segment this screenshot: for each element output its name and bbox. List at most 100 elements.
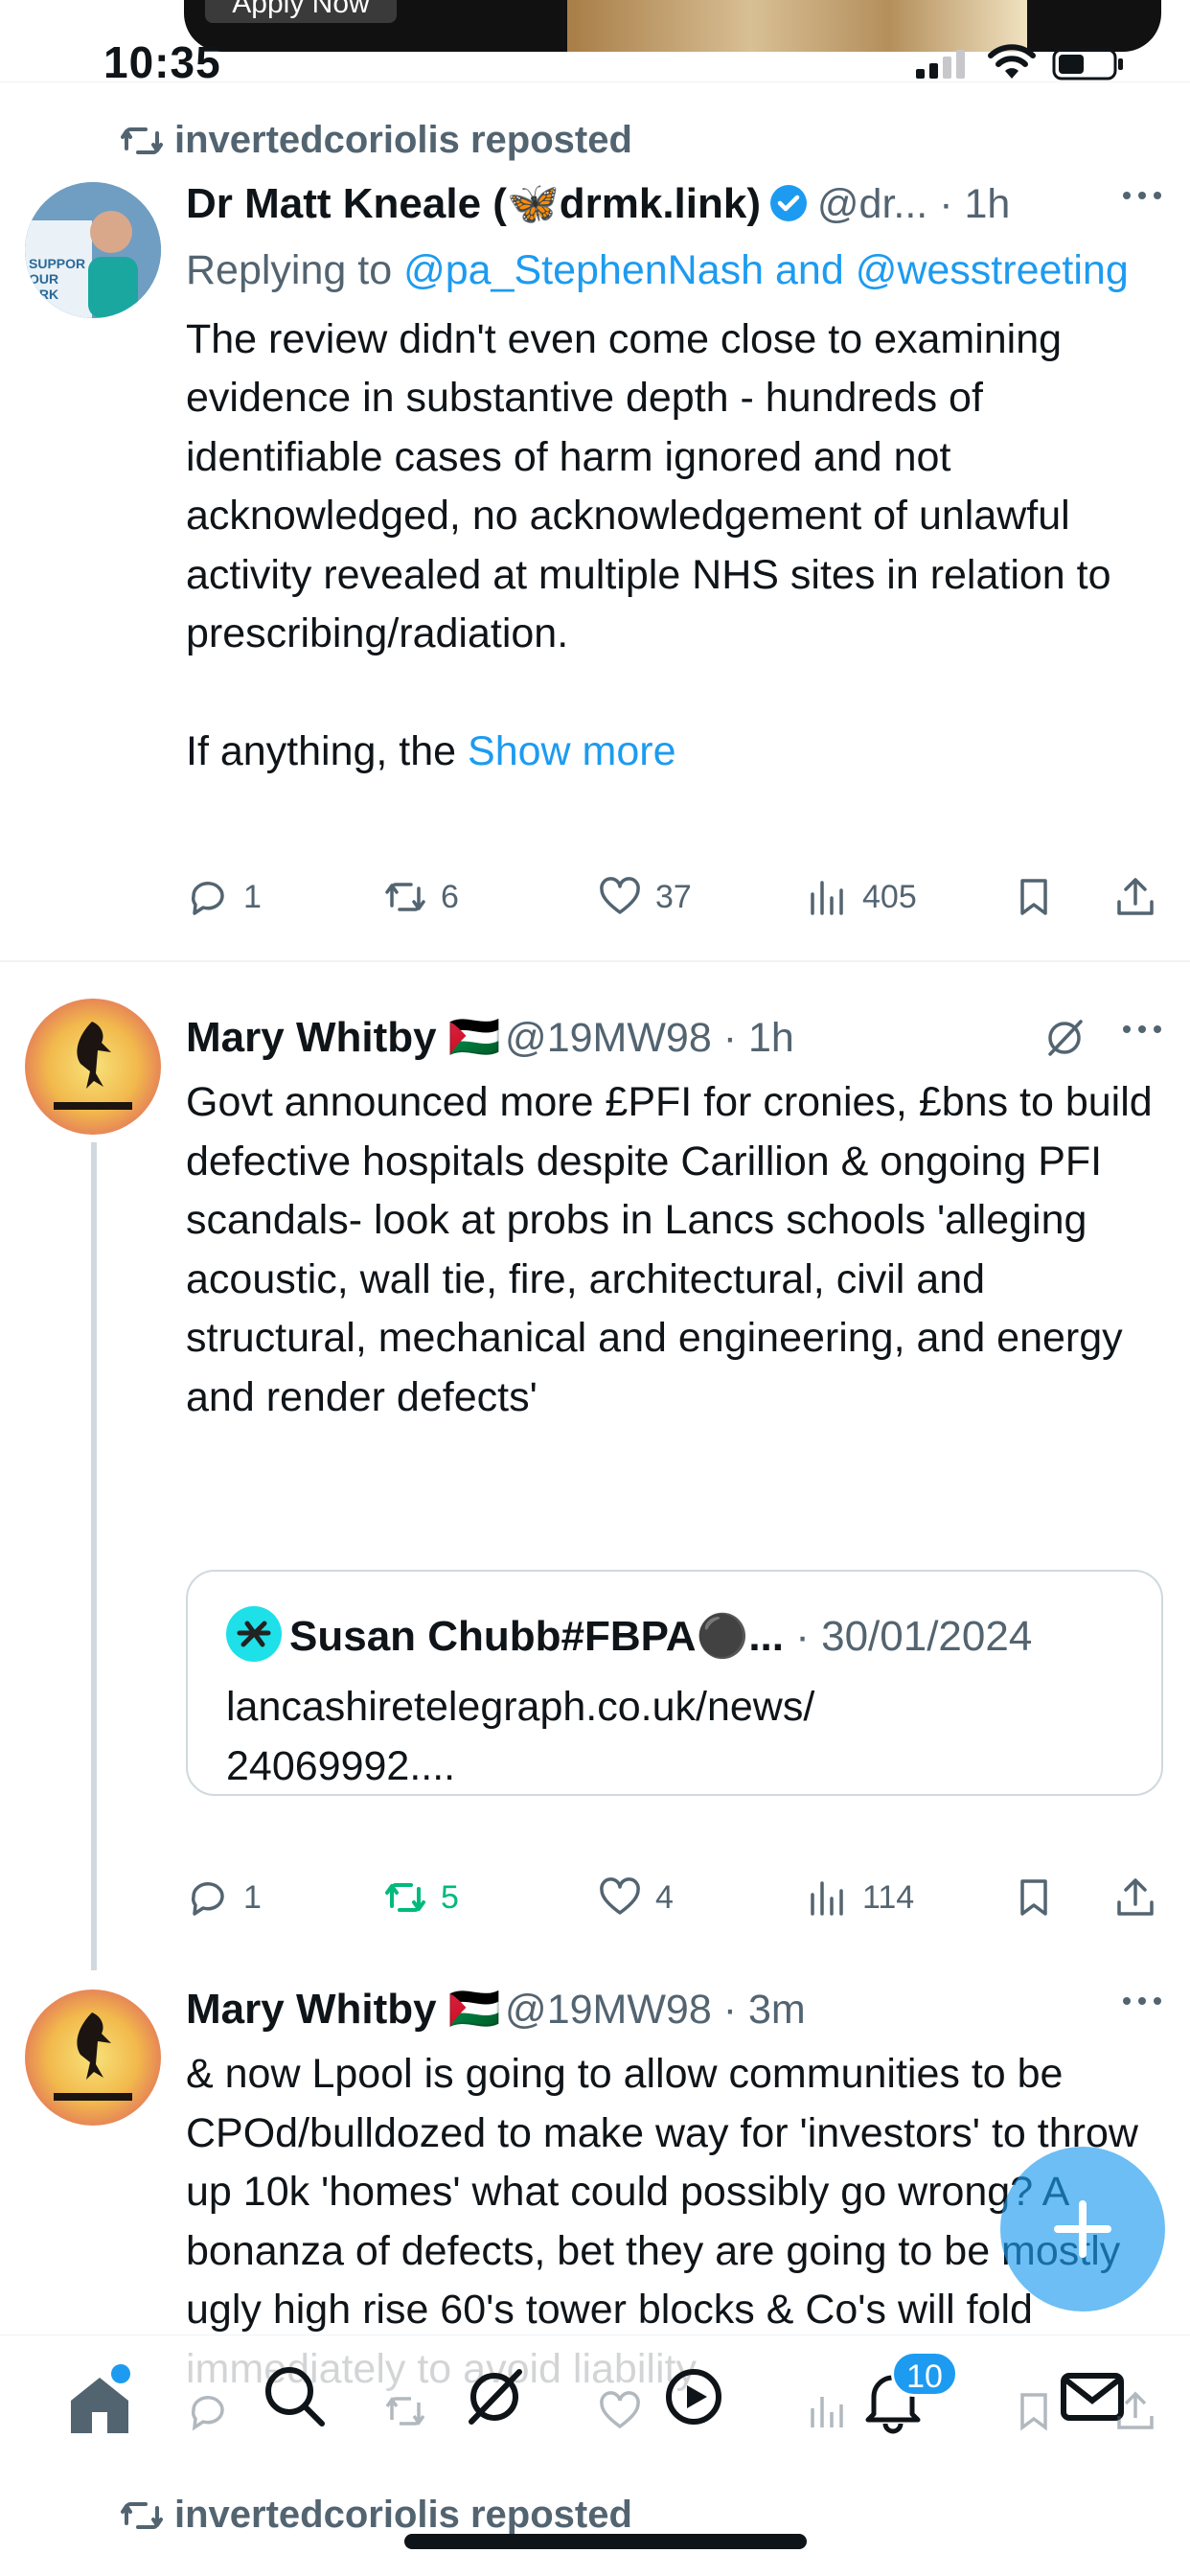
video-play-icon[interactable] xyxy=(659,2362,728,2431)
svg-text:OUR: OUR xyxy=(29,271,58,287)
heart-icon xyxy=(600,1877,640,1915)
repost-icon xyxy=(121,2502,163,2529)
tweet-2[interactable]: Mary Whitby 🇵🇸 @19MW98 · 1h Govt announc… xyxy=(0,962,1190,1970)
plus-icon xyxy=(1054,2200,1111,2258)
home-icon[interactable] xyxy=(65,2370,134,2439)
tweet-actions: 1 5 4 114 xyxy=(186,1869,1167,1926)
bottom-nav: 10 xyxy=(0,2334,1190,2480)
reply-button[interactable]: 1 xyxy=(186,868,262,926)
repost-count: 6 xyxy=(441,878,459,915)
heart-icon xyxy=(600,877,640,914)
reply-button[interactable]: 1 xyxy=(186,1869,262,1926)
avatar[interactable] xyxy=(25,1990,161,2126)
avatar-image xyxy=(25,999,161,1135)
search-icon[interactable] xyxy=(261,2362,330,2431)
bookmark-icon xyxy=(1020,1879,1047,1916)
grok-icon[interactable] xyxy=(460,2362,529,2431)
reply-count: 1 xyxy=(243,1878,262,1916)
reply-icon xyxy=(191,1882,224,1916)
bookmark-button[interactable] xyxy=(1012,1869,1069,1926)
like-count: 4 xyxy=(655,1878,674,1916)
more-options-icon[interactable] xyxy=(1121,1020,1163,1039)
repost-icon xyxy=(121,127,163,154)
svg-text:SUPPOR: SUPPOR xyxy=(29,256,85,271)
avatar[interactable] xyxy=(25,999,161,1135)
quoted-text: lancashiretelegraph.co.uk/news/ 24069992… xyxy=(226,1684,815,1789)
share-icon xyxy=(1117,1878,1154,1916)
author-name[interactable]: Mary Whitby 🇵🇸 xyxy=(186,1986,501,2033)
repost-count: 5 xyxy=(441,1878,459,1916)
view-count: 114 xyxy=(862,1878,915,1916)
views-button[interactable]: 405 xyxy=(805,868,917,926)
tweet-content: Dr Matt Kneale (🦋drmk.link) @dr... · 1h … xyxy=(186,178,1163,781)
tweet-text: The review didn't even come close to exa… xyxy=(186,315,1111,657)
author-handle[interactable]: @19MW98 · 1h xyxy=(505,1015,794,1061)
reposted-label: invertedcoriolis reposted xyxy=(121,2494,632,2537)
tweet-text-tail: If anything, the xyxy=(186,727,469,774)
repost-icon xyxy=(385,883,425,911)
battery-icon xyxy=(1052,48,1123,80)
ad-image xyxy=(567,0,1027,52)
share-icon xyxy=(1117,878,1154,915)
avatar-image: SUPPOR OUR ORK xyxy=(25,182,161,318)
author-name[interactable]: Mary Whitby 🇵🇸 xyxy=(186,1014,501,1061)
like-count: 37 xyxy=(655,878,692,915)
quoted-date: · 30/01/2024 xyxy=(784,1613,1033,1660)
share-button[interactable] xyxy=(1113,1869,1171,1926)
bookmark-icon xyxy=(1020,879,1047,915)
status-bar: Apply Now 10:35 xyxy=(0,0,1190,87)
tweet-header: Mary Whitby 🇵🇸 @19MW98 · 1h xyxy=(186,1012,1163,1070)
more-options-icon[interactable] xyxy=(1121,1991,1163,2011)
quoted-author-name: Susan Chubb#FBPA⚫... xyxy=(289,1613,784,1660)
quoted-avatar xyxy=(226,1606,282,1662)
cellular-signal-icon xyxy=(916,50,965,79)
reply-icon xyxy=(191,2396,224,2431)
thread-line xyxy=(91,1142,97,1970)
home-indicator[interactable] xyxy=(404,2534,807,2549)
heart-icon xyxy=(600,2391,640,2429)
verified-badge-icon xyxy=(770,185,808,221)
reply-count: 1 xyxy=(243,878,262,915)
bookmark-button[interactable] xyxy=(1012,868,1069,926)
repost-button[interactable]: 6 xyxy=(383,868,459,926)
author-handle[interactable]: @19MW98 · 3m xyxy=(505,1987,806,2033)
tweet-1[interactable]: invertedcoriolis reposted SUPPOR OUR ORK… xyxy=(0,82,1190,960)
replying-to-handles[interactable]: @pa_StephenNash and @wesstreeting xyxy=(403,247,1129,293)
reposted-label: invertedcoriolis reposted xyxy=(121,119,632,162)
reply-icon xyxy=(191,882,224,915)
next-tweet-peek: invertedcoriolis reposted xyxy=(0,2480,1190,2576)
author-handle[interactable]: @dr... · 1h xyxy=(817,181,1010,227)
replying-to-prefix: Replying to xyxy=(186,247,404,293)
notifications-badge: 10 xyxy=(891,2351,958,2397)
compose-button[interactable] xyxy=(1000,2147,1165,2312)
quoted-tweet[interactable]: Susan Chubb#FBPA⚫... · 30/01/2024 lancas… xyxy=(186,1570,1163,1796)
tweet-text-continued: If anything, the Show more xyxy=(186,723,1163,782)
view-count: 405 xyxy=(862,878,917,915)
author-name[interactable]: Dr Matt Kneale (🦋drmk.link) xyxy=(186,180,761,227)
ad-apply-button[interactable]: Apply Now xyxy=(205,0,397,23)
views-icon xyxy=(811,881,843,915)
wifi-icon xyxy=(988,44,1036,79)
views-button[interactable]: 114 xyxy=(805,1869,914,1926)
more-options-icon[interactable] xyxy=(1121,186,1163,205)
repost-icon xyxy=(385,1883,425,1912)
avatar-image xyxy=(25,1990,161,2126)
avatar[interactable]: SUPPOR OUR ORK xyxy=(25,182,161,318)
show-more-link[interactable]: Show more xyxy=(468,728,675,774)
replying-to: Replying to @pa_StephenNash and @wesstre… xyxy=(186,242,1163,301)
tweet-actions: 1 6 37 405 xyxy=(186,868,1167,926)
like-button[interactable]: 4 xyxy=(598,1869,674,1926)
repost-icon xyxy=(385,2396,425,2426)
repost-button[interactable]: 5 xyxy=(383,1869,459,1926)
share-button[interactable] xyxy=(1113,868,1171,926)
quoted-tweet-header: Susan Chubb#FBPA⚫... · 30/01/2024 xyxy=(226,1606,1032,1662)
reposted-label-text: invertedcoriolis reposted xyxy=(174,2494,632,2536)
grok-icon[interactable] xyxy=(1042,1016,1087,1060)
reposted-label-text: invertedcoriolis reposted xyxy=(174,119,632,161)
views-icon xyxy=(811,1881,843,1916)
svg-text:ORK: ORK xyxy=(29,287,58,302)
like-button[interactable]: 37 xyxy=(598,868,692,926)
bookmark-icon xyxy=(1020,2393,1047,2431)
clock: 10:35 xyxy=(103,37,221,87)
share-icon xyxy=(1117,2391,1154,2429)
